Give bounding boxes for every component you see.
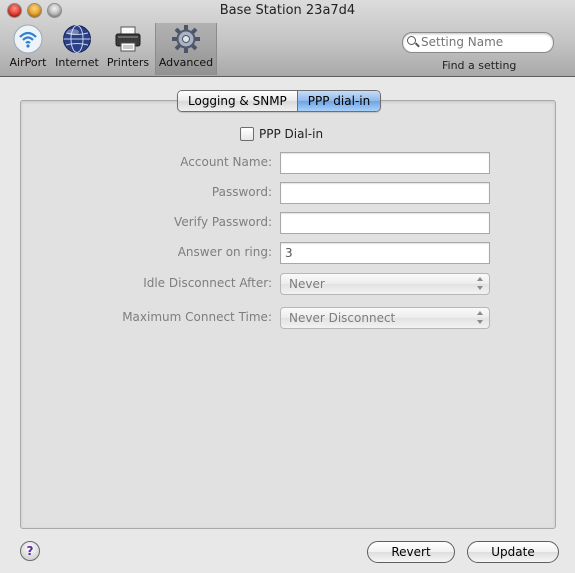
tab-logging-snmp[interactable]: Logging & SNMP — [178, 91, 297, 111]
answer-on-ring-label: Answer on ring: — [177, 245, 272, 259]
answer-on-ring-field[interactable] — [280, 242, 490, 264]
verify-password-field[interactable] — [280, 212, 490, 234]
max-connect-value: Never Disconnect — [289, 311, 396, 325]
popup-arrows-icon — [477, 311, 484, 324]
ppp-dial-in-toggle[interactable]: PPP Dial-in — [240, 127, 323, 141]
globe-icon — [62, 24, 92, 54]
idle-disconnect-row: Idle Disconnect After: Never — [0, 273, 575, 295]
ppp-dial-in-checkbox[interactable] — [240, 127, 254, 141]
toolbar-item-advanced[interactable]: Advanced — [155, 23, 217, 75]
toolbar-label-airport: AirPort — [9, 56, 47, 69]
idle-disconnect-label: Idle Disconnect After: — [143, 276, 272, 290]
toolbar-item-internet[interactable]: Internet — [54, 24, 100, 74]
toolbar-label-printers: Printers — [106, 56, 150, 69]
printer-icon — [113, 24, 143, 54]
ppp-dial-in-label: PPP Dial-in — [259, 127, 324, 141]
idle-disconnect-popup[interactable]: Never — [280, 273, 490, 295]
preferences-window: Base Station 23a7d4 AirPort Internet Pri… — [0, 0, 575, 573]
answer-on-ring-row: Answer on ring: — [0, 242, 575, 264]
popup-arrows-icon — [477, 277, 484, 290]
verify-password-row: Verify Password: — [0, 212, 575, 234]
max-connect-row: Maximum Connect Time: Never Disconnect — [0, 307, 575, 329]
update-button[interactable]: Update — [467, 541, 559, 563]
verify-password-input[interactable] — [281, 213, 489, 233]
answer-on-ring-input[interactable] — [281, 243, 489, 263]
max-connect-popup[interactable]: Never Disconnect — [280, 307, 490, 329]
search-icon — [407, 36, 416, 45]
help-button[interactable]: ? — [20, 541, 40, 561]
revert-button[interactable]: Revert — [367, 541, 455, 563]
verify-password-label: Verify Password: — [174, 215, 272, 229]
toolbar-label-advanced: Advanced — [158, 56, 214, 69]
search-field[interactable] — [402, 32, 554, 53]
account-name-input[interactable] — [281, 153, 489, 173]
find-setting-label: Find a setting — [442, 59, 517, 72]
idle-disconnect-value: Never — [289, 277, 325, 291]
tab-bar: Logging & SNMP PPP dial-in — [177, 90, 382, 112]
max-connect-label: Maximum Connect Time: — [122, 310, 272, 324]
tab-ppp-dial-in[interactable]: PPP dial-in — [296, 91, 381, 111]
gear-icon — [171, 24, 201, 54]
toolbar: Base Station 23a7d4 AirPort Internet Pri… — [0, 0, 575, 77]
password-label: Password: — [211, 185, 272, 199]
window-title: Base Station 23a7d4 — [219, 3, 356, 18]
wifi-icon — [13, 24, 43, 54]
password-row: Password: — [0, 182, 575, 204]
account-name-row: Account Name: — [0, 152, 575, 174]
account-name-field[interactable] — [280, 152, 490, 174]
toolbar-item-airport[interactable]: AirPort — [6, 24, 50, 74]
toolbar-item-printers[interactable]: Printers — [104, 24, 152, 74]
account-name-label: Account Name: — [180, 155, 272, 169]
toolbar-label-internet: Internet — [55, 56, 99, 69]
password-input[interactable] — [281, 183, 489, 203]
search-input[interactable] — [421, 35, 546, 49]
password-field[interactable] — [280, 182, 490, 204]
